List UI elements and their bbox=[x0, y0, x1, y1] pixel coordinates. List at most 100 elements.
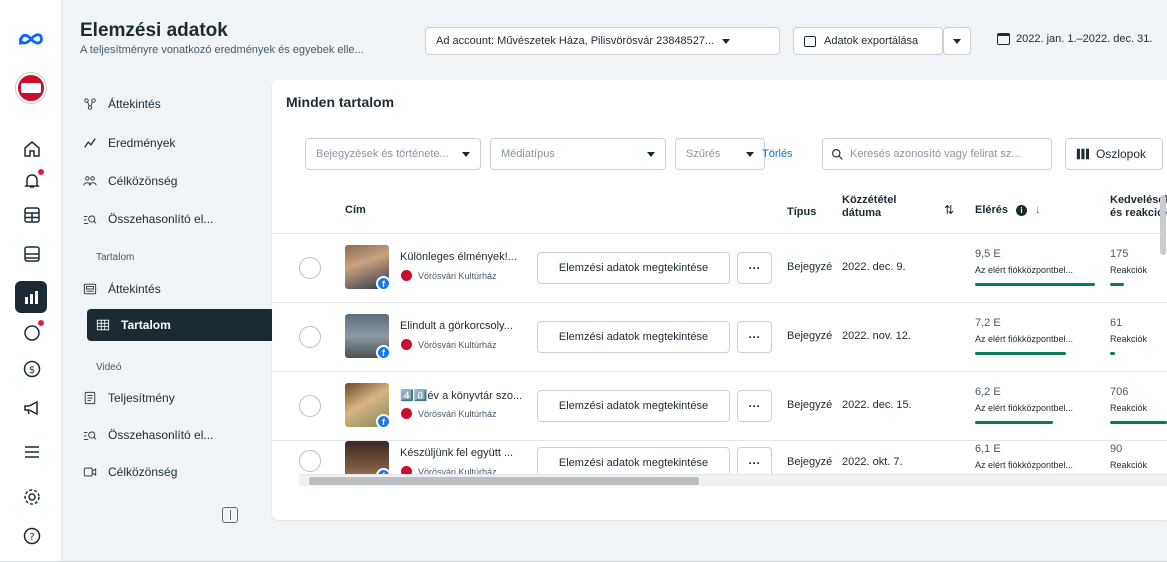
view-insights-button[interactable]: Elemzési adatok megtekintése bbox=[537, 321, 730, 353]
nav-item-content[interactable]: Tartalom bbox=[87, 309, 275, 341]
page-subtitle: A teljesítményre vonatkozó eredmények és… bbox=[80, 44, 364, 56]
dollar-icon[interactable]: $ bbox=[19, 356, 45, 382]
settings-icon[interactable] bbox=[19, 484, 45, 510]
column-header-type[interactable]: Típus bbox=[787, 206, 816, 219]
reach-value: 6,1 E bbox=[975, 443, 1001, 455]
page-avatar[interactable] bbox=[16, 73, 46, 103]
nav-item-results[interactable]: Eredmények bbox=[80, 128, 246, 158]
column-header-reach[interactable]: Elérés i ↓ bbox=[975, 204, 1041, 217]
more-options-button[interactable]: ··· bbox=[737, 252, 772, 284]
posts-stories-dropdown[interactable]: Bejegyzések és története... bbox=[305, 138, 481, 170]
sort-descending-icon[interactable]: ↓ bbox=[1035, 204, 1041, 217]
search-input[interactable]: Keresés azonosító vagy felirat sz... bbox=[822, 138, 1052, 170]
export-button[interactable]: Adatok exportálása bbox=[793, 27, 943, 55]
megaphone-icon[interactable] bbox=[19, 395, 45, 421]
table-icon[interactable] bbox=[19, 202, 45, 228]
row-select-radio[interactable] bbox=[299, 257, 321, 279]
sort-icon[interactable]: ⇅ bbox=[944, 204, 954, 217]
filter-dropdown[interactable]: Szűrés bbox=[675, 138, 765, 170]
help-icon[interactable]: ? bbox=[19, 523, 45, 549]
page-logo-icon bbox=[401, 408, 412, 419]
layout-icon[interactable] bbox=[19, 241, 45, 267]
compare-icon bbox=[82, 427, 98, 443]
row-select-radio[interactable] bbox=[299, 326, 321, 348]
ad-account-label: Ad account: Művészetek Háza, Pilisvörösv… bbox=[436, 35, 715, 47]
reach-header-label: Elérés bbox=[975, 204, 1009, 216]
reach-value: 6,2 E bbox=[975, 386, 1001, 398]
column-header-title[interactable]: Cím bbox=[345, 204, 366, 217]
columns-icon bbox=[1076, 148, 1090, 160]
more-options-button[interactable]: ··· bbox=[737, 390, 772, 422]
home-icon[interactable] bbox=[19, 136, 45, 162]
columns-button[interactable]: Oszlopok bbox=[1065, 138, 1163, 170]
reactions-label: Reakciók bbox=[1110, 265, 1148, 275]
table-row[interactable]: f Különleges élmények!... Vörösvári Kult… bbox=[272, 234, 1167, 303]
media-type-dropdown[interactable]: Médiatípus bbox=[490, 138, 666, 170]
nav-item-benchmark[interactable]: Összehasonlító el... bbox=[80, 204, 246, 234]
meta-logo-icon[interactable] bbox=[16, 26, 46, 52]
nav-item-overview[interactable]: Áttekintés bbox=[80, 89, 246, 119]
row-select-radio[interactable] bbox=[299, 395, 321, 417]
reactions-value: 90 bbox=[1110, 443, 1123, 455]
chevron-down-icon bbox=[462, 151, 470, 157]
chevron-down-icon bbox=[647, 151, 655, 157]
table-row[interactable]: f 4️⃣0️⃣év a könyvtár szo... Vörösvári K… bbox=[272, 372, 1167, 441]
page-title: Elemzési adatok bbox=[80, 20, 228, 41]
more-options-button[interactable]: ··· bbox=[737, 321, 772, 353]
view-insights-button[interactable]: Elemzési adatok megtekintése bbox=[537, 447, 730, 475]
post-title[interactable]: 4️⃣0️⃣év a könyvtár szo... bbox=[400, 389, 535, 402]
horizontal-scrollbar[interactable] bbox=[299, 474, 1167, 486]
content-table-icon bbox=[95, 317, 111, 333]
export-icon bbox=[804, 35, 816, 47]
more-options-button[interactable]: ··· bbox=[737, 447, 772, 475]
insights-icon[interactable] bbox=[15, 281, 47, 313]
facebook-icon: f bbox=[376, 414, 391, 429]
post-title[interactable]: Készüljünk fel együtt ... bbox=[400, 447, 535, 459]
nav-item-video-audience[interactable]: Célközönség bbox=[80, 457, 246, 487]
nav-item-content-overview[interactable]: Áttekintés bbox=[80, 274, 246, 304]
insights-navigation: Áttekintés Eredmények Célközönség Összeh… bbox=[62, 72, 275, 562]
reach-value: 9,5 E bbox=[975, 248, 1001, 260]
reactions-bar bbox=[1110, 352, 1115, 355]
facebook-icon: f bbox=[376, 276, 391, 291]
nav-item-video-benchmark[interactable]: Összehasonlító el... bbox=[80, 420, 246, 450]
scrollbar-thumb[interactable] bbox=[309, 477, 699, 485]
post-type: Bejegyzé bbox=[787, 456, 833, 468]
nav-item-label: Tartalom bbox=[121, 318, 171, 332]
view-insights-button[interactable]: Elemzési adatok megtekintése bbox=[537, 390, 730, 422]
ad-account-selector[interactable]: Ad account: Művészetek Háza, Pilisvörösv… bbox=[425, 27, 780, 55]
table-row[interactable]: f Készüljünk fel együtt ... Vörösvári Ku… bbox=[272, 441, 1167, 475]
page-header: Elemzési adatok A teljesítményre vonatko… bbox=[62, 0, 1167, 72]
post-title[interactable]: Különleges élmények!... bbox=[400, 251, 535, 263]
vertical-scrollbar[interactable] bbox=[1160, 195, 1166, 255]
reactions-value: 175 bbox=[1110, 248, 1129, 260]
search-icon bbox=[832, 148, 843, 160]
results-icon bbox=[82, 135, 98, 151]
reactions-bar bbox=[1110, 283, 1124, 286]
table-row[interactable]: f Elindult a görkorcsoly... Vörösvári Ku… bbox=[272, 303, 1167, 372]
reactions-label: Reakciók bbox=[1110, 460, 1148, 470]
reach-label: Az elért fiókközpontbel... bbox=[975, 265, 1074, 275]
nav-item-label: Célközönség bbox=[108, 174, 178, 188]
post-type: Bejegyzé bbox=[787, 261, 833, 273]
chevron-down-icon bbox=[722, 38, 731, 44]
row-select-radio[interactable] bbox=[299, 450, 321, 472]
info-icon[interactable]: i bbox=[1016, 205, 1028, 216]
column-header-reactions[interactable]: Kedvelések és reakciók bbox=[1110, 194, 1167, 220]
clear-filters-link[interactable]: Törlés bbox=[762, 148, 793, 160]
nav-item-audience[interactable]: Célközönség bbox=[80, 166, 246, 196]
menu-icon[interactable] bbox=[19, 439, 45, 465]
post-page-name: Vörösvári Kultúrház bbox=[418, 340, 497, 350]
export-dropdown-button[interactable] bbox=[943, 27, 971, 55]
nav-item-label: Összehasonlító el... bbox=[108, 212, 214, 226]
compare-icon bbox=[82, 211, 98, 227]
post-title[interactable]: Elindult a görkorcsoly... bbox=[400, 320, 535, 332]
column-header-published[interactable]: Közzététel dátuma bbox=[842, 194, 932, 220]
reach-bar bbox=[975, 352, 1066, 355]
reactions-value: 61 bbox=[1110, 317, 1123, 329]
collapse-sidebar-icon[interactable] bbox=[222, 507, 238, 523]
search-placeholder: Keresés azonosító vagy felirat sz... bbox=[850, 148, 1021, 160]
nav-item-video-performance[interactable]: Teljesítmény bbox=[80, 383, 246, 413]
date-range-picker[interactable]: 2022. jan. 1.–2022. dec. 31. bbox=[997, 33, 1152, 45]
view-insights-button[interactable]: Elemzési adatok megtekintése bbox=[537, 252, 730, 284]
